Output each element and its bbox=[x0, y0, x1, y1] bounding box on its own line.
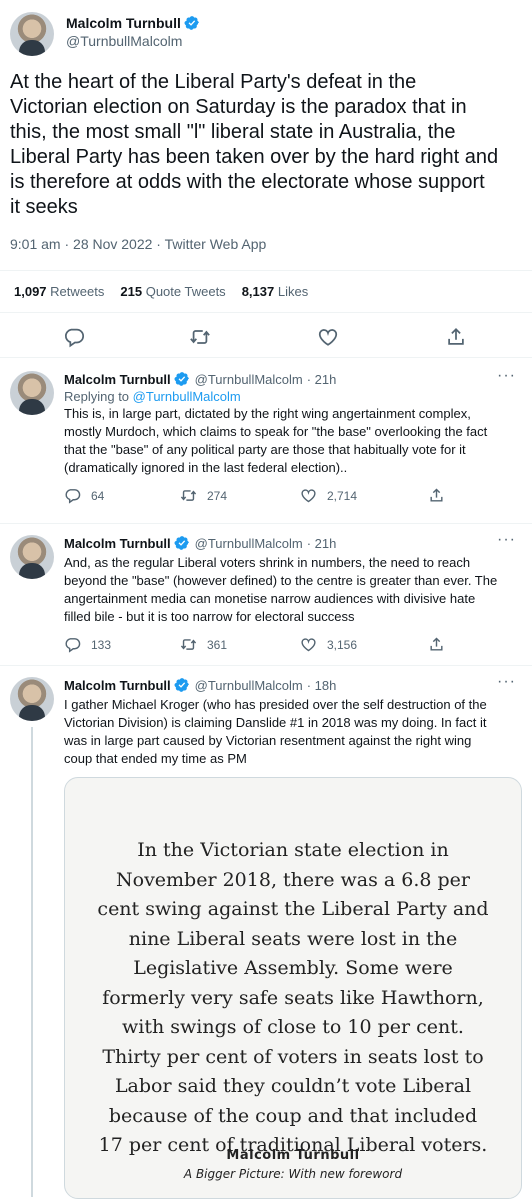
reply-text: And, as the regular Liberal voters shrin… bbox=[64, 555, 498, 624]
author-handle[interactable]: @TurnbullMalcolm bbox=[195, 678, 303, 693]
share-button[interactable] bbox=[428, 487, 445, 504]
retweet-count: 361 bbox=[207, 637, 228, 652]
attached-image[interactable]: In the Victorian state election in Novem… bbox=[64, 777, 522, 1199]
divider bbox=[0, 665, 532, 666]
author-handle[interactable]: @TurnbullMalcolm bbox=[195, 536, 303, 551]
reply-count: 64 bbox=[91, 488, 105, 503]
share-icon[interactable] bbox=[445, 326, 467, 348]
author-name[interactable]: Malcolm Turnbull bbox=[66, 15, 181, 31]
share-button[interactable] bbox=[428, 636, 445, 653]
author-name-row[interactable]: Malcolm Turnbull bbox=[66, 15, 200, 31]
divider bbox=[0, 270, 532, 271]
verified-badge-icon bbox=[174, 678, 189, 692]
divider bbox=[0, 523, 532, 524]
avatar[interactable] bbox=[10, 12, 54, 56]
more-icon[interactable]: ··· bbox=[497, 673, 516, 691]
stat-likes[interactable]: 8,137 Likes bbox=[242, 284, 309, 299]
likes-label: Likes bbox=[277, 284, 309, 299]
main-tweet-actions bbox=[0, 326, 532, 348]
retweets-count: 1,097 bbox=[14, 284, 47, 299]
like-button[interactable]: 2,714 bbox=[300, 487, 357, 504]
more-icon[interactable]: ··· bbox=[497, 367, 516, 385]
reply-header: Malcolm Turnbull @TurnbullMalcolm · 21h bbox=[64, 535, 520, 551]
verified-badge-icon bbox=[174, 372, 189, 386]
main-tweet-header: Malcolm Turnbull @TurnbullMalcolm bbox=[10, 12, 200, 56]
reply-icon bbox=[65, 489, 81, 504]
retweet-icon bbox=[180, 490, 197, 501]
quote-tweets-label: Quote Tweets bbox=[145, 284, 226, 299]
more-icon[interactable]: ··· bbox=[497, 531, 516, 549]
verified-badge-icon bbox=[184, 16, 199, 30]
reply-button[interactable]: 133 bbox=[64, 636, 111, 653]
like-count: 2,714 bbox=[327, 488, 358, 503]
tweet-timestamp[interactable]: 9:01 am · 28 Nov 2022 · Twitter Web App bbox=[10, 236, 266, 252]
book-excerpt-text: In the Victorian state election in Novem… bbox=[97, 839, 489, 1156]
book-author: Malcolm Turnbull bbox=[226, 1148, 360, 1163]
reply-icon bbox=[65, 638, 81, 653]
retweet-icon bbox=[180, 639, 197, 650]
avatar[interactable] bbox=[10, 371, 54, 415]
likes-count: 8,137 bbox=[241, 284, 275, 299]
reply-time[interactable]: · 21h bbox=[307, 536, 337, 551]
share-icon bbox=[430, 488, 443, 502]
share-icon bbox=[430, 637, 443, 651]
tweet-stats: 1,097 Retweets 215 Quote Tweets 8,137 Li… bbox=[14, 284, 308, 299]
like-icon[interactable] bbox=[317, 326, 339, 348]
main-tweet-text: At the heart of the Liberal Party's defe… bbox=[10, 71, 499, 218]
stat-retweets[interactable]: 1,097 Retweets bbox=[14, 284, 104, 299]
verified-badge-icon bbox=[174, 536, 189, 550]
reply-actions: 133 361 3,156 bbox=[64, 636, 520, 654]
replying-prefix: Replying to bbox=[64, 389, 130, 404]
reply-text: This is, in large part, dictated by the … bbox=[64, 406, 488, 475]
stat-quote-tweets[interactable]: 215 Quote Tweets bbox=[120, 284, 225, 299]
book-title: A Bigger Picture: With new foreword bbox=[183, 1167, 403, 1181]
retweet-button[interactable]: 361 bbox=[180, 636, 227, 653]
like-icon bbox=[301, 489, 316, 503]
author-name[interactable]: Malcolm Turnbull bbox=[64, 678, 171, 693]
thread-line bbox=[31, 727, 33, 1197]
reply-button[interactable]: 64 bbox=[64, 487, 104, 504]
author-name[interactable]: Malcolm Turnbull bbox=[64, 536, 171, 551]
avatar[interactable] bbox=[10, 677, 54, 721]
replying-to: Replying to @TurnbullMalcolm bbox=[64, 389, 520, 404]
reply-header: Malcolm Turnbull @TurnbullMalcolm · 21h bbox=[64, 371, 520, 387]
reply-icon[interactable] bbox=[63, 326, 85, 348]
retweet-icon[interactable] bbox=[189, 326, 211, 348]
reply-header: Malcolm Turnbull @TurnbullMalcolm · 18h bbox=[64, 677, 520, 693]
like-icon bbox=[301, 638, 316, 652]
reply-time[interactable]: · 18h bbox=[307, 678, 337, 693]
retweet-count: 274 bbox=[207, 488, 228, 503]
author-name[interactable]: Malcolm Turnbull bbox=[64, 372, 171, 387]
like-count: 3,156 bbox=[327, 637, 358, 652]
reply-time[interactable]: · 21h bbox=[307, 372, 337, 387]
reply-count: 133 bbox=[91, 637, 112, 652]
like-button[interactable]: 3,156 bbox=[300, 636, 357, 653]
author-handle[interactable]: @TurnbullMalcolm bbox=[195, 372, 303, 387]
reply-text: I gather Michael Kroger (who has preside… bbox=[64, 697, 487, 766]
avatar[interactable] bbox=[10, 535, 54, 579]
quote-tweets-count: 215 bbox=[120, 284, 143, 299]
replying-to-handle[interactable]: @TurnbullMalcolm bbox=[133, 389, 241, 404]
divider bbox=[0, 357, 532, 358]
divider bbox=[0, 312, 532, 313]
author-handle[interactable]: @TurnbullMalcolm bbox=[66, 33, 200, 49]
retweets-label: Retweets bbox=[50, 284, 105, 299]
reply-actions: 64 274 2,714 bbox=[64, 487, 520, 505]
retweet-button[interactable]: 274 bbox=[180, 487, 227, 504]
